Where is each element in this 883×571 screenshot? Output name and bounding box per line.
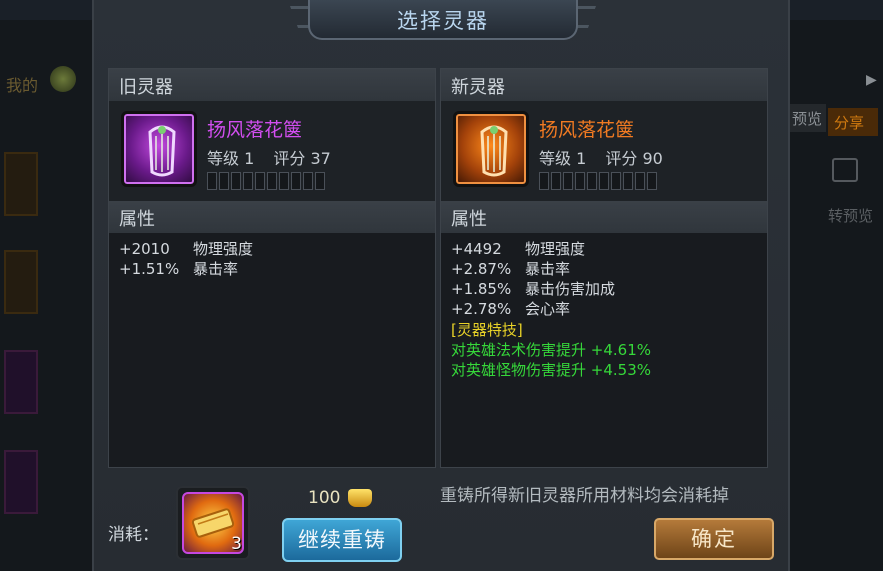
background-item-slot <box>4 350 38 414</box>
gem-slot <box>231 172 241 190</box>
gem-slot <box>587 172 597 190</box>
continue-reforge-button[interactable]: 继续重铸 <box>282 518 402 562</box>
gem-slot <box>291 172 301 190</box>
old-artifact-slots <box>207 172 325 190</box>
background-item-slot <box>4 152 38 216</box>
attribute-line: +4492 物理强度 <box>451 239 757 259</box>
cost-label: 消耗： <box>108 525 159 545</box>
gem-slot <box>255 172 265 190</box>
new-artifact-level: 等级 1 <box>539 149 587 168</box>
attribute-value: +1.51% <box>119 260 180 278</box>
attribute-value: +4492 <box>451 240 502 258</box>
special-skill-header: [灵器特技] <box>451 321 523 339</box>
new-artifact-panel: 新灵器 扬风落花箧 等级 1 评分 90 属性 +4492 物理强度 +2.87… <box>440 68 768 468</box>
new-artifact-slots <box>539 172 657 190</box>
attribute-name: 物理强度 <box>525 240 586 258</box>
new-artifact-score: 评分 90 <box>605 149 663 168</box>
attribute-name: 暴击率 <box>193 260 239 278</box>
attribute-name: 物理强度 <box>193 240 254 258</box>
gem-slot <box>647 172 657 190</box>
new-artifact-header: 新灵器 <box>441 69 767 101</box>
new-attributes-list: +4492 物理强度 +2.87% 暴击率 +1.85% 暴击伤害加成 +2.7… <box>441 233 767 467</box>
old-artifact-level: 等级 1 <box>207 149 255 168</box>
harp-icon <box>480 125 508 177</box>
cost-item-count: 3 <box>231 534 242 554</box>
confirm-button[interactable]: 确定 <box>654 518 774 560</box>
gem-slot <box>267 172 277 190</box>
attribute-line: +1.51% 暴击率 <box>119 259 425 279</box>
attribute-line: +2.78% 会心率 <box>451 299 757 319</box>
attribute-name: 暴击伤害加成 <box>525 280 616 298</box>
attribute-value: +2010 <box>119 240 170 258</box>
purple-harp-icon[interactable] <box>121 111 197 187</box>
coin-icon <box>50 66 76 92</box>
gem-slot <box>611 172 621 190</box>
gem-slot <box>575 172 585 190</box>
attribute-line: +1.85% 暴击伤害加成 <box>451 279 757 299</box>
attribute-line: +2.87% 暴击率 <box>451 259 757 279</box>
background-item-slot <box>4 250 38 314</box>
gem-slot <box>563 172 573 190</box>
new-artifact-name: 扬风落花箧 <box>539 119 635 141</box>
old-attributes-list: +2010 物理强度 +1.51% 暴击率 <box>109 233 435 467</box>
old-artifact-name: 扬风落花箧 <box>207 119 303 141</box>
new-artifact-item-row[interactable]: 扬风落花箧 等级 1 评分 90 <box>441 101 767 201</box>
old-artifact-item-row[interactable]: 扬风落花箧 等级 1 评分 37 <box>109 101 435 201</box>
cost-item-box[interactable]: 3 <box>176 486 250 560</box>
old-artifact-score: 评分 37 <box>273 149 331 168</box>
harp-icon <box>148 125 176 177</box>
new-attributes-header: 属性 <box>441 201 767 233</box>
attribute-name: 会心率 <box>525 300 571 318</box>
lock-icon <box>832 158 858 182</box>
gem-slot <box>279 172 289 190</box>
gem-slot <box>539 172 549 190</box>
old-artifact-stats: 等级 1 评分 37 <box>207 145 345 169</box>
gem-slot <box>219 172 229 190</box>
attribute-value: +2.78% <box>451 300 512 318</box>
dialog-title: 选择灵器 <box>397 9 489 33</box>
background-right-panel <box>790 20 883 571</box>
special-skill-line: 对英雄怪物伤害提升 +4.53% <box>451 361 651 379</box>
background-left-text: 我的 <box>6 76 39 95</box>
attribute-name: 暴击率 <box>525 260 571 278</box>
reforge-notice: 重铸所得新旧灵器所用材料均会消耗掉 <box>440 486 729 506</box>
arrow-right-icon: ▶ <box>866 72 877 88</box>
gold-ingot-icon <box>348 489 372 507</box>
background-preview-tag: 预览 <box>790 104 826 132</box>
background-right-text: 转预览 <box>828 207 874 225</box>
attribute-value: +1.85% <box>451 280 512 298</box>
gem-slot <box>551 172 561 190</box>
special-skill-line: 对英雄法术伤害提升 +4.61% <box>451 341 651 359</box>
gem-slot <box>207 172 217 190</box>
gem-slot <box>315 172 325 190</box>
attribute-line: +2010 物理强度 <box>119 239 425 259</box>
old-artifact-panel: 旧灵器 扬风落花箧 等级 1 评分 37 属性 +2010 物理强度 +1.51… <box>108 68 436 468</box>
old-attributes-header: 属性 <box>109 201 435 233</box>
background-item-slot <box>4 450 38 514</box>
gem-slot <box>623 172 633 190</box>
gem-slot <box>599 172 609 190</box>
attribute-value: +2.87% <box>451 260 512 278</box>
gem-slot <box>243 172 253 190</box>
gem-slot <box>303 172 313 190</box>
orange-harp-icon[interactable] <box>453 111 529 187</box>
new-artifact-stats: 等级 1 评分 90 <box>539 145 677 169</box>
select-artifact-dialog: 选择灵器 旧灵器 扬风落花箧 等级 1 评分 37 属性 +2010 物理强度 … <box>92 0 790 571</box>
gold-cost-amount: 100 <box>308 488 341 508</box>
background-share-tag: 分享 <box>828 108 878 136</box>
gem-slot <box>635 172 645 190</box>
old-artifact-header: 旧灵器 <box>109 69 435 101</box>
